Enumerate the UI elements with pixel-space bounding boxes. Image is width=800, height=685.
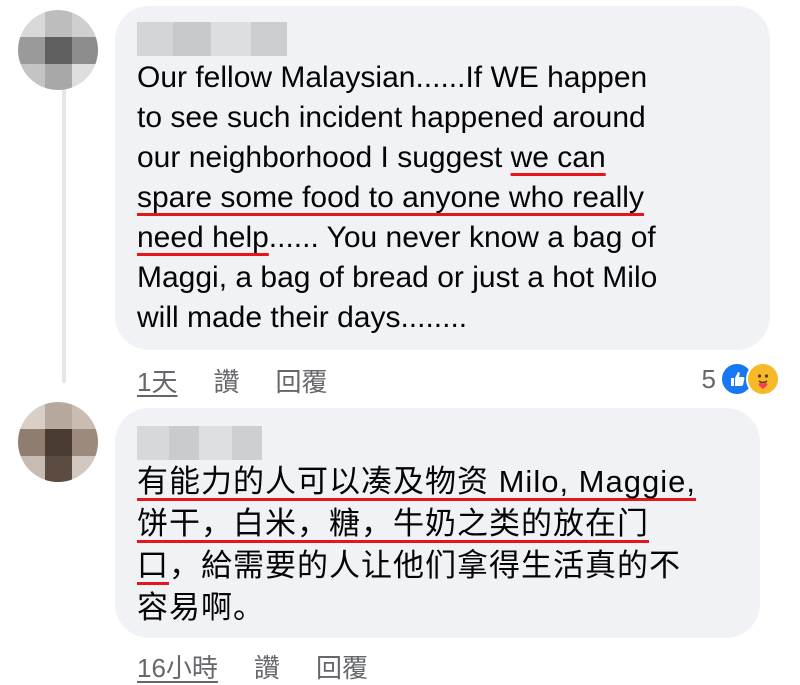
comment-text-line: spare some food to anyone who really [137,181,644,214]
comment-text-line: 有能力的人可以凑及物资 Milo, Maggie, [137,464,696,499]
thread-line [62,78,66,383]
like-button[interactable]: 讚 [254,648,280,685]
author-name-blurred[interactable] [137,426,262,460]
comment-actions: 1天 讚 回覆 [137,362,364,399]
comment-text-line: 饼干，白米，糖，牛奶之类的放在门 [137,506,649,541]
comment-text-line: 口，給需要的人让他们拿得生活真的不 [137,548,681,583]
care-icon [746,362,780,396]
comment-text-line: 容易啊。 [137,590,265,625]
author-name-blurred[interactable] [137,22,287,56]
timestamp-link[interactable]: 16小時 [137,648,218,685]
comment-text-line: will made their days........ [137,301,468,334]
comment-text-line: need help...... You never know a bag of [137,221,656,254]
comment-actions: 16小時 讚 回覆 [137,648,404,685]
reply-button[interactable]: 回覆 [316,648,368,685]
reactions-summary[interactable]: 5 [702,362,780,396]
timestamp-link[interactable]: 1天 [137,362,177,399]
avatar[interactable] [18,10,98,90]
like-button[interactable]: 讚 [213,362,239,399]
reaction-count: 5 [701,363,716,394]
comment-text-line: our neighborhood I suggest we can [137,141,606,174]
comment-text-line: to see such incident happened around [137,101,646,134]
reply-button[interactable]: 回覆 [275,362,327,399]
avatar[interactable] [18,402,98,482]
comment-text-line: Our fellow Malaysian......If WE happen [137,61,648,94]
comment-text-line: Maggi, a bag of bread or just a hot Milo [137,261,658,294]
